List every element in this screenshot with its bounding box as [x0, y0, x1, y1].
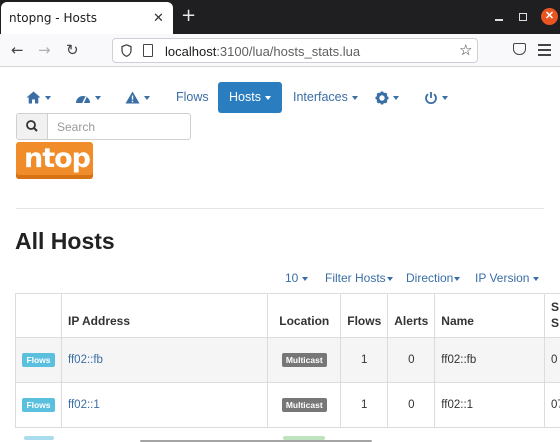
page-info-icon[interactable]	[143, 44, 153, 57]
dashboard-gauge-icon	[76, 95, 90, 104]
flows-cell: Flows	[15, 337, 62, 383]
bookmark-star-icon[interactable]: ☆	[459, 41, 472, 59]
filter-hosts-dropdown[interactable]: Filter Hosts	[325, 271, 393, 285]
flows-count: 1	[340, 382, 389, 428]
seen-since: 0	[543, 337, 560, 383]
url-path: :3100/lua/hosts_stats.lua	[216, 44, 361, 59]
flows-badge[interactable]: Flows	[22, 398, 55, 412]
direction-label: Direction	[406, 271, 454, 285]
nav-dashboard[interactable]	[75, 82, 101, 113]
address-bar[interactable]: localhost:3100/lua/hosts_stats.lua ☆	[112, 38, 478, 63]
hamburger-menu-icon[interactable]	[538, 44, 551, 59]
nav-flows[interactable]: Flows	[176, 82, 209, 113]
divider	[16, 208, 544, 209]
host-ip-link[interactable]: ff02::1	[68, 399, 100, 411]
gear-icon	[375, 91, 389, 105]
flows-cell: Flows	[15, 382, 62, 428]
col-flows[interactable]: Flows	[340, 293, 389, 338]
nav-interfaces[interactable]: Interfaces	[293, 82, 358, 113]
new-tab-icon[interactable]: +	[181, 5, 196, 26]
nav-power[interactable]	[424, 82, 448, 113]
location-badge: Multicast	[281, 398, 327, 412]
host-name: ff02::fb	[434, 337, 545, 383]
url-text[interactable]: localhost:3100/lua/hosts_stats.lua	[165, 44, 360, 59]
forward-icon[interactable]: →	[38, 42, 51, 58]
table-header-row: IP Address Location Flows Alerts Name S …	[15, 293, 560, 338]
nav-home[interactable]	[26, 82, 51, 113]
col-location[interactable]: Location	[267, 293, 342, 338]
url-host: localhost	[165, 44, 217, 59]
nav-alerts[interactable]	[125, 82, 150, 113]
flows-badge-partial	[24, 436, 54, 440]
page-title: All Hosts	[15, 228, 115, 254]
window-minimize-icon[interactable]	[495, 19, 503, 21]
location-cell: Multicast	[267, 337, 342, 383]
nav-settings[interactable]	[375, 82, 399, 113]
col-actions	[15, 293, 62, 338]
col-seen-since[interactable]: S S	[543, 293, 560, 338]
location-badge: Multicast	[281, 353, 327, 367]
browser-tab[interactable]: ntopng - Hosts ✕	[1, 2, 173, 34]
alerts-count: 0	[387, 382, 436, 428]
col-name[interactable]: Name	[434, 293, 545, 338]
page-content: Flows Hosts Interfaces Search ntop All H…	[0, 68, 560, 442]
pocket-icon[interactable]	[513, 43, 526, 55]
hosts-table: IP Address Location Flows Alerts Name S …	[15, 293, 560, 428]
host-name: ff02::1	[434, 382, 545, 428]
location-cell: Multicast	[267, 382, 342, 428]
col-ip-address[interactable]: IP Address	[60, 293, 269, 338]
warning-icon	[125, 91, 140, 104]
ntop-logo[interactable]: ntop	[16, 142, 93, 179]
power-icon	[425, 91, 437, 104]
table-row: Flows ff02::1 Multicast 1 0 ff02::1 07	[15, 382, 560, 428]
direction-dropdown[interactable]: Direction	[406, 271, 461, 285]
home-icon	[26, 91, 41, 104]
host-ip-link[interactable]: ff02::fb	[68, 354, 103, 366]
search-button[interactable]	[17, 114, 48, 139]
search-icon	[26, 120, 38, 132]
nav-hosts-label: Hosts	[229, 90, 261, 104]
flows-badge[interactable]: Flows	[22, 353, 55, 367]
ip-version-dropdown[interactable]: IP Version	[475, 271, 540, 285]
nav-interfaces-label: Interfaces	[293, 90, 348, 104]
window-maximize-icon[interactable]	[519, 13, 527, 21]
reload-icon[interactable]: ↻	[66, 42, 79, 58]
ip-version-label: IP Version	[475, 271, 530, 285]
table-row: Flows ff02::fb Multicast 1 0 ff02::fb 0	[15, 337, 560, 383]
window-close-icon[interactable]: ✕	[541, 8, 558, 25]
seen-since: 07	[543, 382, 560, 428]
logo-text: ntop	[24, 143, 91, 174]
page-size-dropdown[interactable]: 10	[285, 271, 309, 285]
tab-title: ntopng - Hosts	[9, 11, 98, 25]
page-size-value: 10	[285, 271, 299, 285]
search-input[interactable]	[49, 114, 190, 139]
search-box	[16, 113, 191, 140]
ip-cell: ff02::1	[60, 382, 269, 428]
browser-tab-bar: ntopng - Hosts ✕ + ✕	[0, 0, 560, 34]
main-nav: Flows Hosts Interfaces	[0, 82, 560, 114]
shield-icon[interactable]	[121, 44, 132, 57]
col-alerts[interactable]: Alerts	[387, 293, 436, 338]
tab-close-icon[interactable]: ✕	[153, 10, 164, 26]
back-icon[interactable]: ←	[11, 42, 24, 58]
ip-cell: ff02::fb	[60, 337, 269, 383]
alerts-count: 0	[387, 337, 436, 383]
filter-hosts-label: Filter Hosts	[325, 271, 386, 285]
nav-hosts[interactable]: Hosts	[218, 82, 282, 113]
flows-count: 1	[340, 337, 389, 383]
browser-toolbar: ← → ↻ localhost:3100/lua/hosts_stats.lua…	[0, 34, 560, 67]
